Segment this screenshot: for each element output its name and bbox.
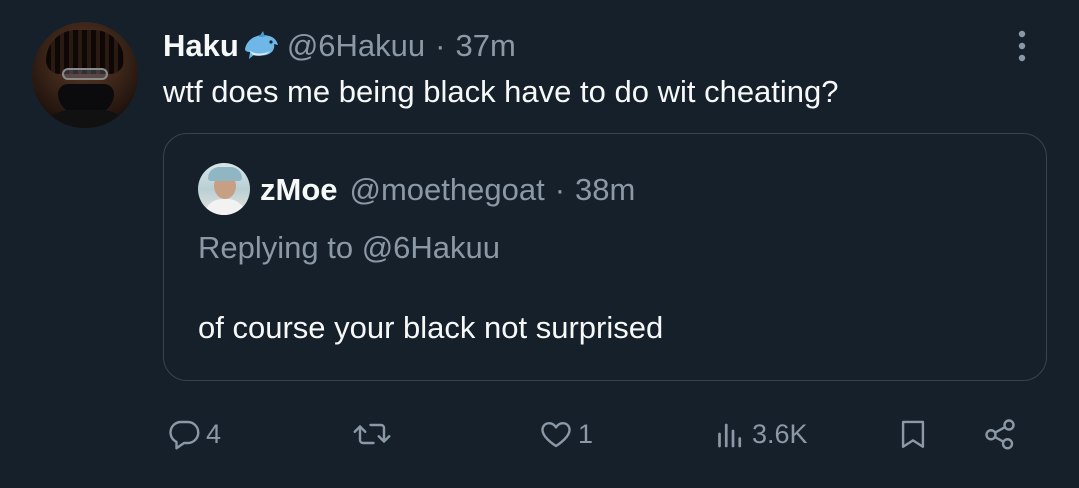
retweet-icon <box>352 416 392 452</box>
separator-dot: · <box>435 28 446 63</box>
quote-author-avatar[interactable] <box>198 163 250 215</box>
heart-icon <box>538 416 574 452</box>
dolphin-icon <box>241 29 281 63</box>
author-name[interactable]: Haku <box>163 28 239 64</box>
views-count: 3.6K <box>752 418 808 449</box>
quote-separator-dot: · <box>554 172 566 207</box>
retweet-button[interactable] <box>352 414 396 454</box>
author-avatar[interactable] <box>32 22 138 128</box>
quote-header: zMoe @moethegoat · 38m <box>260 170 635 210</box>
quote-author-handle[interactable]: @moethegoat <box>350 172 545 208</box>
author-handle[interactable]: @6Hakuu <box>287 28 425 64</box>
like-count: 1 <box>578 418 594 449</box>
reply-button[interactable]: 4 <box>166 414 221 454</box>
more-vertical-icon[interactable] <box>1010 26 1034 66</box>
bookmark-button[interactable] <box>896 414 930 454</box>
share-icon <box>980 416 1020 452</box>
share-button[interactable] <box>980 414 1020 454</box>
reply-icon <box>166 416 202 452</box>
quote-time[interactable]: 38m <box>575 172 635 208</box>
like-button[interactable]: 1 <box>538 414 593 454</box>
views-icon <box>712 416 748 452</box>
reply-count: 4 <box>206 418 222 449</box>
tweet-text: wtf does me being black have to do wit c… <box>163 74 839 109</box>
views-button[interactable]: 3.6K <box>712 414 808 454</box>
bookmark-icon <box>896 416 930 452</box>
quote-tweet-card[interactable]: zMoe @moethegoat · 38m Replying to @6Hak… <box>163 133 1047 381</box>
tweet-header: Haku @6Hakuu · 37m <box>163 26 516 66</box>
quote-text: of course your black not surprised <box>198 310 664 345</box>
tweet-time[interactable]: 37m <box>455 28 515 64</box>
quote-author-name[interactable]: zMoe <box>260 172 338 208</box>
replying-to-label: Replying to @6Hakuu <box>198 230 501 265</box>
